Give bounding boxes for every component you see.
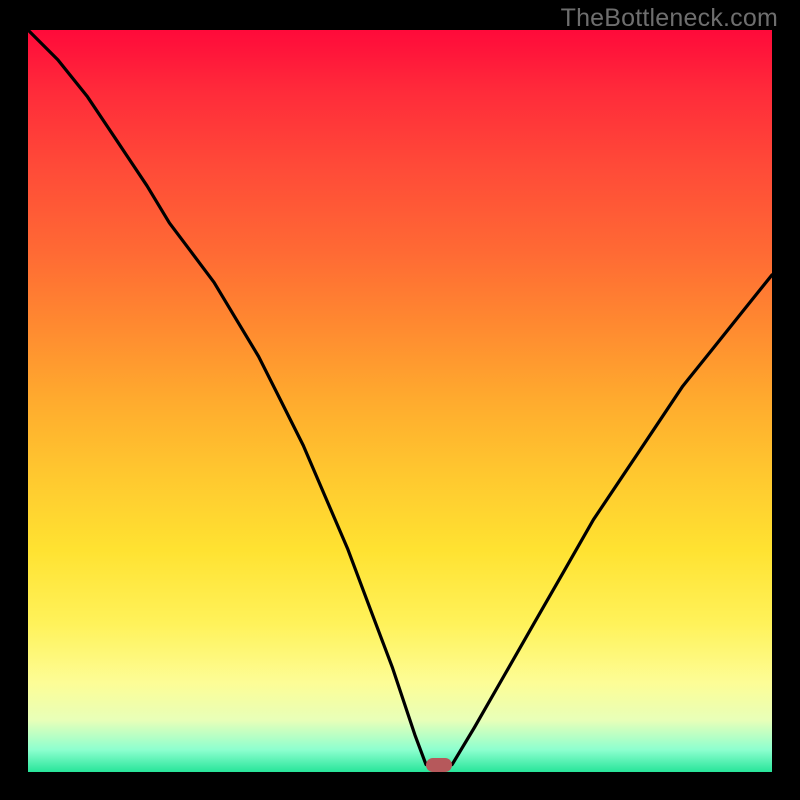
chart-frame: TheBottleneck.com xyxy=(0,0,800,800)
optimal-point-marker xyxy=(426,758,452,772)
curve-path xyxy=(28,30,772,765)
plot-area xyxy=(28,30,772,772)
bottleneck-curve xyxy=(28,30,772,772)
watermark-text: TheBottleneck.com xyxy=(561,4,778,33)
